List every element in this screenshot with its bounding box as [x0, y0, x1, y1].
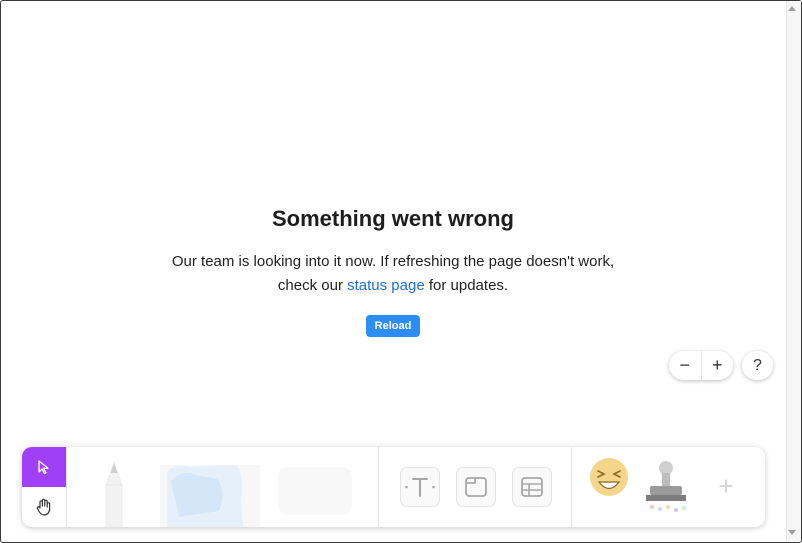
hand-pan-icon: [36, 498, 51, 516]
sticky-note-tool-button[interactable]: [157, 461, 262, 527]
text-tool-button[interactable]: [400, 467, 440, 507]
section-tool-button[interactable]: [456, 467, 496, 507]
select-tool-button[interactable]: [22, 447, 66, 487]
toolbar-divider: [378, 447, 379, 527]
toolbar-divider: [66, 447, 67, 527]
stamp-icon: [646, 461, 686, 512]
error-panel: Something went wrong Our team is looking…: [0, 206, 786, 337]
pen-tool-button[interactable]: [94, 457, 134, 527]
error-message-suffix: for updates.: [424, 277, 509, 294]
sticker-emoji-icon: [590, 458, 628, 496]
section-icon: [465, 477, 487, 497]
shape-tool-button[interactable]: [272, 461, 357, 521]
pen-icon: [105, 461, 123, 527]
scroll-up-icon[interactable]: [788, 6, 796, 11]
zoom-controls: − +: [669, 351, 733, 380]
stamp-tool-button[interactable]: [640, 459, 692, 519]
sticker-tool-button[interactable]: [587, 455, 633, 501]
error-title: Something went wrong: [272, 206, 514, 231]
select-pointer-icon: [38, 460, 49, 475]
add-tool-button[interactable]: +: [712, 471, 740, 501]
sticky-note-icon: [160, 465, 260, 527]
table-tool-button[interactable]: [512, 467, 552, 507]
toolbar-divider: [571, 447, 572, 527]
reload-button[interactable]: Reload: [365, 315, 421, 337]
zoom-in-button[interactable]: +: [702, 351, 734, 380]
table-icon: [521, 477, 543, 497]
help-button[interactable]: ?: [742, 351, 773, 380]
shape-icon: [278, 467, 352, 515]
text-icon: [405, 478, 435, 497]
hand-tool-button[interactable]: [22, 487, 66, 527]
scroll-down-icon[interactable]: [788, 530, 796, 535]
error-message: Our team is looking into it now. If refr…: [163, 250, 623, 298]
status-page-link[interactable]: status page: [347, 277, 425, 294]
zoom-out-button[interactable]: −: [669, 351, 701, 380]
vertical-scrollbar[interactable]: [786, 1, 801, 541]
creation-toolbar: +: [22, 447, 765, 527]
